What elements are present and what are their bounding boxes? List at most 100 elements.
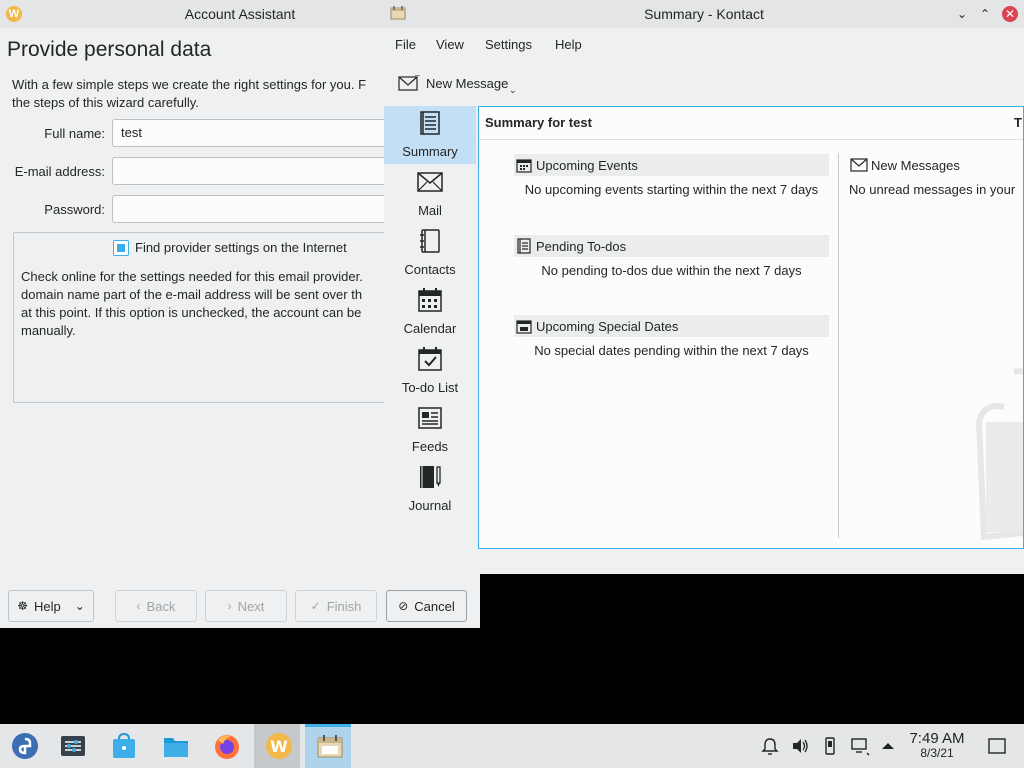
tray-expand-icon[interactable] <box>878 736 898 756</box>
password-label: Password: <box>44 202 105 217</box>
summary-icon <box>420 111 440 135</box>
chevron-down-icon: ⌄ <box>74 599 85 613</box>
menu-help[interactable]: Help <box>555 37 582 52</box>
sidebar-item-summary[interactable]: Summary <box>384 106 476 164</box>
pending-todos-text: No pending to-dos due within the next 7 … <box>541 263 802 278</box>
taskbar-firefox[interactable] <box>202 724 248 768</box>
volume-icon[interactable] <box>790 736 810 756</box>
find-provider-checkbox[interactable] <box>113 240 129 256</box>
special-dates-text: No special dates pending within the next… <box>534 343 809 358</box>
maximize-icon[interactable]: ⌃ <box>977 6 993 22</box>
minimize-icon[interactable]: ⌄ <box>954 6 970 22</box>
menu-settings[interactable]: Settings <box>485 37 532 52</box>
firefox-icon <box>215 735 239 759</box>
chevron-right-icon: › <box>227 599 232 613</box>
full-name-label: Full name: <box>44 126 105 141</box>
svg-text:W: W <box>270 737 288 756</box>
upcoming-events-text: No upcoming events starting within the n… <box>524 182 819 197</box>
cancel-button-label: Cancel <box>414 598 455 614</box>
new-message-dropdown-icon[interactable]: ⌄ <box>509 85 517 96</box>
upcoming-events-header[interactable]: Upcoming Events <box>514 154 829 176</box>
taskbar-account-wizard[interactable]: W <box>254 724 300 768</box>
page-title: Provide personal data <box>7 38 212 61</box>
new-message-button[interactable]: New Message <box>398 70 508 96</box>
sidebar-item-mail[interactable]: Mail <box>384 165 476 223</box>
special-dates-icon <box>516 320 532 334</box>
contacts-icon <box>420 229 440 253</box>
sidebar-item-journal[interactable]: Journal <box>384 460 476 518</box>
device-notifier-icon[interactable] <box>820 736 840 756</box>
sidebar-item-todo[interactable]: To-do List <box>384 342 476 400</box>
calendar-icon <box>418 288 442 312</box>
network-icon[interactable] <box>850 736 870 756</box>
new-message-label: New Message <box>426 75 509 91</box>
section-title: Upcoming Special Dates <box>536 319 679 334</box>
find-provider-label[interactable]: Find provider settings on the Internet <box>135 240 347 255</box>
kontact-icon <box>317 735 343 758</box>
chevron-left-icon: ‹ <box>136 599 141 613</box>
digital-clock[interactable]: 7:49 AM 8/3/21 <box>902 730 972 760</box>
summary-view: Summary for test T Upcoming Events No up… <box>478 106 1024 549</box>
taskbar-system-settings[interactable] <box>48 724 94 768</box>
sidebar-item-feeds[interactable]: Feeds <box>384 401 476 459</box>
new-messages-header[interactable]: New Messages <box>848 154 1023 176</box>
notifications-icon[interactable] <box>760 736 780 756</box>
section-title: Upcoming Events <box>536 158 638 173</box>
toolbar: New Message ⌄ <box>384 62 1024 102</box>
calendar-icon <box>516 159 532 173</box>
close-icon[interactable]: ✕ <box>1002 6 1018 22</box>
section-title: Pending To-dos <box>536 239 627 254</box>
taskbar-dolphin[interactable] <box>151 724 197 768</box>
finish-button[interactable]: ✓ Finish <box>295 590 377 622</box>
sidebar-item-calendar[interactable]: Calendar <box>384 283 476 341</box>
todo-icon <box>418 347 442 371</box>
sidebar-item-label: Journal <box>408 498 452 513</box>
envelope-icon <box>398 75 420 91</box>
pending-todos-header[interactable]: Pending To-dos <box>514 235 829 257</box>
sidebar-item-label: Feeds <box>411 439 449 454</box>
sidebar-item-label: Summary <box>402 144 458 159</box>
check-icon: ✓ <box>310 599 321 613</box>
discover-icon <box>113 732 135 758</box>
cancel-button[interactable]: ⊘ Cancel <box>386 590 467 622</box>
back-button[interactable]: ‹ Back <box>115 590 197 622</box>
new-messages-text: No unread messages in your <box>849 182 1016 197</box>
email-label: E-mail address: <box>14 164 105 179</box>
special-dates-header[interactable]: Upcoming Special Dates <box>514 315 829 337</box>
system-settings-icon <box>61 736 85 756</box>
account-wizard-icon: W <box>266 733 292 759</box>
back-button-label: Back <box>146 598 176 614</box>
sidebar-item-label: Mail <box>418 203 442 218</box>
menu-bar: File View Settings Help <box>384 30 1024 58</box>
column-divider <box>838 153 839 538</box>
todo-list-icon <box>517 238 531 254</box>
help-button[interactable]: ☸ Help ⌄ <box>8 590 94 622</box>
sidebar-item-label: Contacts <box>404 262 456 277</box>
summary-title: Summary for test <box>485 115 592 130</box>
taskbar-discover[interactable] <box>99 724 145 768</box>
taskbar-kontact[interactable] <box>305 724 351 768</box>
show-desktop-icon[interactable] <box>988 737 1006 755</box>
taskbar: W 7:49 AM 8/3/21 <box>0 724 1024 768</box>
feeds-icon <box>418 407 442 429</box>
sidebar-item-contacts[interactable]: Contacts <box>384 224 476 282</box>
journal-icon <box>420 466 441 488</box>
clock-date: 8/3/21 <box>920 746 954 760</box>
kontact-window: Summary - Kontact ⌄ ⌃ ✕ File View Settin… <box>384 0 1024 574</box>
menu-file[interactable]: File <box>395 37 416 52</box>
sidebar-item-label: Calendar <box>403 321 457 336</box>
mail-icon <box>417 172 443 192</box>
finish-button-label: Finish <box>326 598 362 614</box>
section-title: New Messages <box>871 158 960 173</box>
fedora-launcher[interactable] <box>0 724 46 768</box>
clock-time: 7:49 AM <box>909 730 965 747</box>
fedora-launcher-icon <box>12 733 38 759</box>
summary-title-right: T <box>1014 115 1022 130</box>
menu-view[interactable]: View <box>436 37 464 52</box>
kontact-sidebar: Summary Mail Contacts Calendar To-do Lis… <box>384 106 476 546</box>
next-button-label: Next <box>237 598 265 614</box>
kontact-watermark-icon <box>975 368 1023 541</box>
kontact-titlebar[interactable]: Summary - Kontact ⌄ ⌃ ✕ <box>384 0 1024 28</box>
help-icon: ☸ <box>17 599 28 613</box>
next-button[interactable]: › Next <box>205 590 287 622</box>
